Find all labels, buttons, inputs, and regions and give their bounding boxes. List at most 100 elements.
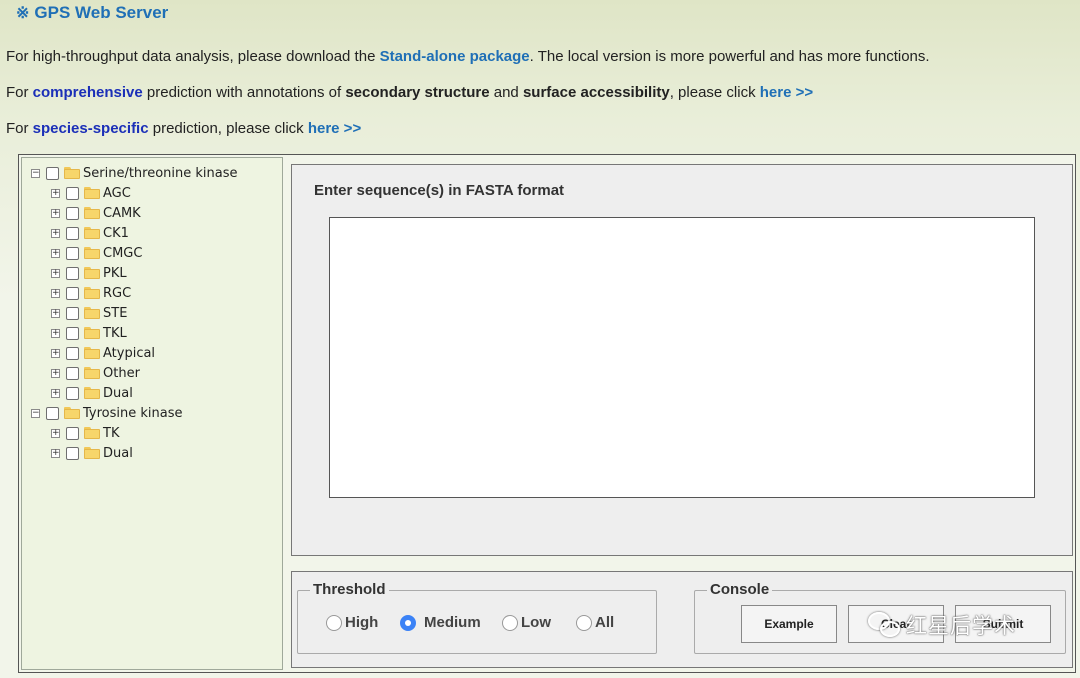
tree-node-group-1-child-1[interactable]: + Dual: [51, 443, 133, 463]
expand-icon[interactable]: +: [51, 288, 60, 298]
folder-icon: [84, 327, 100, 339]
tree-node-group-1-child-0[interactable]: + TK: [51, 423, 119, 443]
info-text: For: [6, 84, 33, 101]
folder-icon: [84, 247, 100, 259]
standalone-package-link[interactable]: Stand-alone package: [380, 48, 530, 65]
tree-node-group-0-child-4[interactable]: + PKL: [51, 263, 127, 283]
tree-checkbox[interactable]: [66, 306, 79, 320]
expand-icon[interactable]: +: [51, 348, 60, 358]
tree-checkbox[interactable]: [66, 286, 79, 300]
tree-node-group-0-child-1[interactable]: + CAMK: [51, 203, 141, 223]
info-line-comprehensive: For comprehensive prediction with annota…: [6, 84, 813, 101]
comprehensive-here-link[interactable]: here >>: [760, 84, 813, 101]
tree-node-group-0-child-7[interactable]: + TKL: [51, 323, 127, 343]
tree-node-group-0-child-10[interactable]: + Dual: [51, 383, 133, 403]
tree-node-group-0-child-0[interactable]: + AGC: [51, 183, 131, 203]
tree-checkbox[interactable]: [66, 426, 79, 440]
sequence-label: Enter sequence(s) in FASTA format: [314, 182, 565, 199]
tree-node-label: Atypical: [103, 345, 156, 361]
info-text: and: [489, 84, 523, 101]
tree-checkbox[interactable]: [66, 206, 79, 220]
tree-node-label: Other: [103, 365, 140, 381]
info-text: For high-throughput data analysis, pleas…: [6, 48, 380, 65]
tree-checkbox[interactable]: [66, 246, 79, 260]
tree-checkbox[interactable]: [66, 326, 79, 340]
comprehensive-link[interactable]: comprehensive: [33, 84, 143, 101]
expand-icon[interactable]: +: [51, 368, 60, 378]
folder-icon: [84, 307, 100, 319]
tree-checkbox[interactable]: [66, 186, 79, 200]
tree-checkbox[interactable]: [66, 366, 79, 380]
wechat-icon: [868, 610, 902, 640]
folder-icon: [84, 287, 100, 299]
expand-icon[interactable]: +: [51, 448, 60, 458]
example-button[interactable]: Example: [741, 605, 837, 643]
collapse-icon[interactable]: −: [31, 168, 40, 178]
tree-checkbox[interactable]: [46, 166, 59, 180]
tree-node-group-0-child-6[interactable]: + STE: [51, 303, 127, 323]
tree-node-label: TK: [103, 425, 120, 441]
species-here-link[interactable]: here >>: [308, 120, 361, 137]
tree-node-group-0-child-3[interactable]: + CMGC: [51, 243, 142, 263]
expand-icon[interactable]: +: [51, 268, 60, 278]
folder-icon: [84, 207, 100, 219]
tree-node-group-0-child-9[interactable]: + Other: [51, 363, 140, 383]
sequence-input[interactable]: [329, 217, 1035, 498]
radio-button[interactable]: [502, 614, 518, 631]
tree-node-label: RGC: [103, 285, 132, 301]
threshold-option-all[interactable]: All: [576, 614, 614, 631]
tree-checkbox[interactable]: [66, 346, 79, 360]
info-text: prediction, please click: [148, 120, 308, 137]
tree-node-label: STE: [103, 305, 128, 321]
tree-checkbox[interactable]: [66, 266, 79, 280]
tree-node-label: CAMK: [103, 205, 141, 221]
expand-icon[interactable]: +: [51, 248, 60, 258]
folder-icon: [84, 227, 100, 239]
tree-node-group-0-child-8[interactable]: + Atypical: [51, 343, 155, 363]
expand-icon[interactable]: +: [51, 208, 60, 218]
tree-node-group-1[interactable]: − Tyrosine kinase: [31, 403, 183, 423]
species-specific-link[interactable]: species-specific: [33, 120, 149, 137]
tree-node-group-0-child-5[interactable]: + RGC: [51, 283, 131, 303]
radio-button[interactable]: [576, 614, 592, 631]
watermark: 红星后学术: [868, 610, 1016, 640]
folder-icon: [84, 347, 100, 359]
expand-icon[interactable]: +: [51, 428, 60, 438]
tree-node-label: Dual: [103, 445, 133, 461]
watermark-text: 红星后学术: [906, 614, 1016, 638]
info-line-species: For species-specific prediction, please …: [6, 120, 361, 137]
page-title: GPS Web Server: [34, 3, 169, 22]
tree-node-label: Serine/threonine kinase: [83, 165, 238, 181]
tree-checkbox[interactable]: [66, 226, 79, 240]
expand-icon[interactable]: +: [51, 308, 60, 318]
tree-checkbox[interactable]: [66, 446, 79, 460]
header: ※ GPS Web Server: [0, 0, 1080, 26]
radio-label: Medium: [424, 614, 481, 631]
collapse-icon[interactable]: −: [31, 408, 40, 418]
radio-button[interactable]: [400, 614, 416, 631]
tree-node-group-0-child-2[interactable]: + CK1: [51, 223, 129, 243]
threshold-option-high[interactable]: High: [326, 614, 378, 631]
folder-icon: [84, 187, 100, 199]
tree-node-label: PKL: [103, 265, 127, 281]
expand-icon[interactable]: +: [51, 228, 60, 238]
info-text: prediction with annotations of: [142, 84, 346, 101]
tree-node-group-0[interactable]: − Serine/threonine kinase: [31, 163, 238, 183]
info-text: . The local version is more powerful and…: [529, 48, 930, 65]
radio-button[interactable]: [326, 614, 342, 631]
expand-icon[interactable]: +: [51, 188, 60, 198]
tree-node-label: Dual: [103, 385, 133, 401]
info-text: For: [6, 120, 33, 137]
threshold-option-medium[interactable]: Medium: [400, 614, 481, 631]
tree-node-label: AGC: [103, 185, 131, 201]
expand-icon[interactable]: +: [51, 328, 60, 338]
radio-label: All: [595, 614, 615, 631]
tree-node-label: Tyrosine kinase: [83, 405, 183, 421]
threshold-option-low[interactable]: Low: [502, 614, 551, 631]
expand-icon[interactable]: +: [51, 388, 60, 398]
folder-icon: [84, 387, 100, 399]
tree-checkbox[interactable]: [46, 406, 59, 420]
surface-accessibility-text: surface accessibility: [522, 84, 670, 101]
secondary-structure-text: secondary structure: [345, 84, 490, 101]
tree-checkbox[interactable]: [66, 386, 79, 400]
